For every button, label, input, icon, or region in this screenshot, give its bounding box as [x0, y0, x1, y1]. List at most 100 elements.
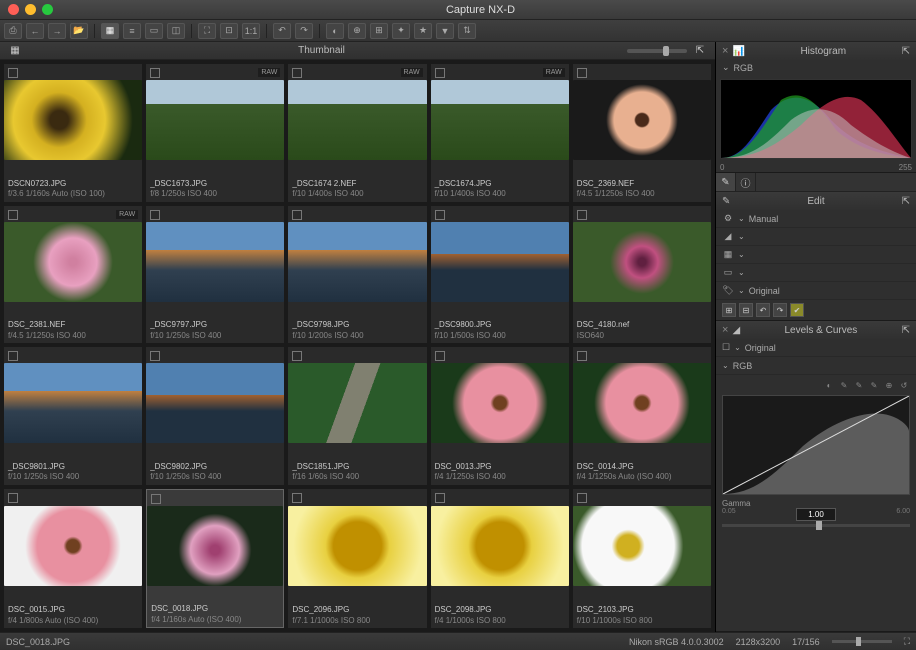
edit-tab-1[interactable]: ✎ [716, 173, 736, 191]
thumbnail-item[interactable]: DSC_2096.JPGf/7.1 1/1000s ISO 800 [288, 489, 426, 629]
thumbnail-item[interactable]: _DSC1851.JPGf/16 1/60s ISO 400 [288, 347, 426, 485]
apply-icon[interactable]: ✔ [790, 303, 804, 317]
close-window-button[interactable] [8, 4, 19, 15]
thumbnail-item[interactable]: RAW_DSC1674 2.NEFf/10 1/400s ISO 400 [288, 64, 426, 202]
list-view-button[interactable]: ≡ [123, 23, 141, 39]
chevron-down-icon: ⌄ [738, 268, 745, 277]
thumbnail-image [288, 506, 426, 586]
expand-panel-icon[interactable]: ⇱ [902, 325, 910, 336]
minimize-window-button[interactable] [25, 4, 36, 15]
zoom-100-button[interactable]: 1:1 [242, 23, 260, 39]
thumbnail-item[interactable]: DSC_2369.NEFf/4.5 1/1250s ISO 400 [573, 64, 711, 202]
fit-button[interactable]: ⊡ [220, 23, 238, 39]
sort-button[interactable]: ⇅ [458, 23, 476, 39]
checkbox-icon[interactable]: ☐ [722, 342, 730, 353]
thumbnail-zoom-slider[interactable] [627, 49, 687, 53]
tool-d-button[interactable]: ✦ [392, 23, 410, 39]
thumbnail-item[interactable]: _DSC9800.JPGf/10 1/500s ISO 400 [431, 206, 569, 344]
levels-channel-row[interactable]: ⌄ RGB [716, 357, 916, 375]
gamma-input[interactable] [796, 508, 836, 521]
fullscreen-button[interactable]: ⛶ [198, 23, 216, 39]
thumbnail-image [4, 80, 142, 160]
thumbnail-item[interactable]: _DSC9802.JPGf/10 1/250s ISO 400 [146, 347, 284, 485]
thumbnail-item[interactable]: DSC_2098.JPGf/4 1/1000s ISO 800 [431, 489, 569, 629]
thumbnail-item[interactable]: _DSC9797.JPGf/10 1/250s ISO 400 [146, 206, 284, 344]
thumbnail-filename: _DSC9797.JPG [150, 320, 280, 330]
edit-adjustment-row[interactable]: ▭⌄ [716, 264, 916, 282]
thumbnail-image [147, 506, 283, 586]
paste-icon[interactable]: ⊟ [739, 303, 753, 317]
thumbnail-filename: _DSC1674 2.NEF [292, 179, 422, 189]
edit-adjustment-row[interactable]: 🏷⌄Original [716, 282, 916, 300]
edit-adjustment-row[interactable]: ▦⌄ [716, 246, 916, 264]
open-folder-button[interactable]: 📂 [70, 23, 88, 39]
edit-badge-icon [292, 493, 302, 503]
status-zoom-slider[interactable] [832, 640, 892, 643]
chevron-down-icon: ⌄ [738, 214, 745, 223]
edit-adjustment-row[interactable]: ◢⌄ [716, 228, 916, 246]
back-button[interactable]: ← [26, 23, 44, 39]
copy-icon[interactable]: ⊞ [722, 303, 736, 317]
thumbnail-filename: _DSC1673.JPG [150, 179, 280, 189]
thumbnail-item[interactable]: DSC_2103.JPGf/10 1/1000s ISO 800 [573, 489, 711, 629]
curve-editor[interactable] [722, 395, 910, 495]
grid-icon: ▦ [8, 44, 22, 58]
thumbnail-item[interactable]: DSCN0723.JPGf/3.6 1/160s Auto (ISO 100) [4, 64, 142, 202]
maximize-window-button[interactable] [42, 4, 53, 15]
edit-tab-2[interactable]: ⓘ [736, 173, 756, 191]
gamma-slider[interactable] [722, 524, 910, 527]
thumbnail-view-button[interactable]: ▦ [101, 23, 119, 39]
thumbnail-item[interactable]: RAW_DSC1673.JPGf/8 1/250s ISO 400 [146, 64, 284, 202]
forward-button[interactable]: → [48, 23, 66, 39]
thumbnail-image [146, 363, 284, 443]
expand-panel-icon[interactable]: ⇱ [902, 46, 910, 57]
tool-e-button[interactable]: ★ [414, 23, 432, 39]
expand-panel-icon[interactable]: ⇱ [902, 196, 910, 207]
tool-b-button[interactable]: ⊕ [348, 23, 366, 39]
undo-icon[interactable]: ↶ [756, 303, 770, 317]
eyedropper-black-icon[interactable]: ✎ [838, 379, 850, 391]
eyedropper-gray-icon[interactable]: ✎ [853, 379, 865, 391]
contrast-icon[interactable]: ◐ [823, 379, 835, 391]
thumbnail-exif: f/4 1/1000s ISO 800 [435, 616, 565, 626]
histogram-channel-toggle[interactable]: ⌄ RGB [716, 60, 916, 75]
filter-button[interactable]: ▼ [436, 23, 454, 39]
thumbnail-item[interactable]: _DSC9801.JPGf/10 1/250s ISO 400 [4, 347, 142, 485]
rotate-ccw-button[interactable]: ↶ [273, 23, 291, 39]
close-panel-icon[interactable]: × [722, 45, 728, 57]
thumbnail-image [431, 80, 569, 160]
single-view-button[interactable]: ▭ [145, 23, 163, 39]
thumbnail-item[interactable]: _DSC9798.JPGf/10 1/200s ISO 400 [288, 206, 426, 344]
fullscreen-icon[interactable]: ⛶ [904, 636, 910, 647]
levels-preset-row[interactable]: ☐ ⌄ Original [716, 339, 916, 357]
thumbnail-item[interactable]: DSC_0015.JPGf/4 1/800s Auto (ISO 400) [4, 489, 142, 629]
edit-badge-icon [435, 351, 445, 361]
expand-icon[interactable]: ⇱ [693, 44, 707, 58]
levels-channel-label: RGB [733, 361, 753, 371]
tool-a-button[interactable]: ◐ [326, 23, 344, 39]
close-panel-icon[interactable]: × [722, 324, 728, 336]
rotate-cw-button[interactable]: ↷ [295, 23, 313, 39]
edit-icon: ✎ [722, 196, 730, 207]
compare-view-button[interactable]: ◫ [167, 23, 185, 39]
thumbnail-item[interactable]: DSC_4180.nefISO640 [573, 206, 711, 344]
thumbnail-item[interactable]: RAW_DSC1674.JPGf/10 1/400s ISO 400 [431, 64, 569, 202]
edit-badge-icon [577, 351, 587, 361]
edit-adjustment-row[interactable]: ⚙⌄Manual [716, 210, 916, 228]
print-button[interactable]: ⎙ [4, 23, 22, 39]
redo-icon[interactable]: ↷ [773, 303, 787, 317]
thumbnail-item[interactable]: RAWDSC_2381.NEFf/4.5 1/1250s ISO 400 [4, 206, 142, 344]
tool-c-button[interactable]: ⊞ [370, 23, 388, 39]
thumbnail-item[interactable]: DSC_0014.JPGf/4 1/1250s Auto (ISO 400) [573, 347, 711, 485]
thumbnail-filename: _DSC1851.JPG [292, 462, 422, 472]
thumbnail-item[interactable]: DSC_0013.JPGf/4 1/1250s ISO 400 [431, 347, 569, 485]
thumbnail-item[interactable]: DSC_0018.JPGf/4 1/160s Auto (ISO 400) [146, 489, 284, 629]
eyedropper-white-icon[interactable]: ✎ [868, 379, 880, 391]
chevron-down-icon: ⌄ [738, 232, 745, 241]
add-point-icon[interactable]: ⊕ [883, 379, 895, 391]
adjustment-label: Original [749, 286, 780, 296]
titlebar: Capture NX-D [0, 0, 916, 20]
reset-icon[interactable]: ↺ [898, 379, 910, 391]
adjustment-icon: ▭ [722, 267, 734, 278]
thumbnail-image [431, 222, 569, 302]
